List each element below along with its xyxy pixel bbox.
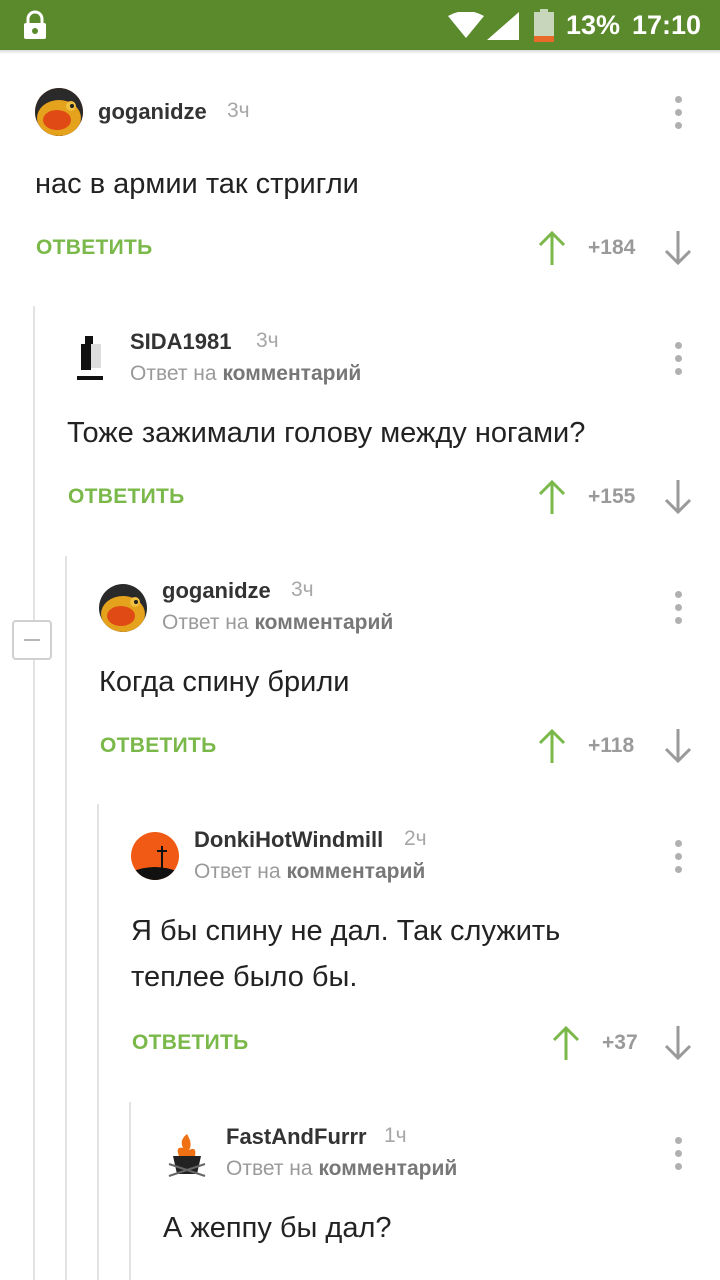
minus-icon — [24, 639, 40, 641]
reply-to-link[interactable]: Ответ на комментарий — [226, 1157, 457, 1181]
avatar-image — [99, 584, 147, 632]
thread-line-level-2[interactable] — [65, 556, 67, 1280]
comment-age: 3ч — [256, 329, 279, 352]
upvote-arrow-icon[interactable] — [552, 1026, 580, 1060]
comment-age: 3ч — [227, 99, 250, 122]
battery-icon — [534, 9, 554, 42]
comment-text-line-2: теплее было бы. — [131, 961, 358, 993]
comment-text: Когда спину брили — [99, 666, 350, 698]
upvote-arrow-icon[interactable] — [538, 231, 566, 265]
downvote-arrow-icon[interactable] — [664, 729, 692, 763]
reply-button[interactable]: ОТВЕТИТЬ — [36, 236, 153, 260]
comment-author[interactable]: FastAndFurrr — [226, 1124, 367, 1150]
comment-author[interactable]: SIDA1981 — [130, 329, 232, 355]
reply-to-prefix: Ответ на — [194, 860, 281, 883]
comment-text: Тоже зажимали голову между ногами? — [67, 417, 586, 449]
battery-percent: 13% — [566, 10, 621, 40]
avatar[interactable] — [67, 332, 115, 380]
avatar[interactable] — [163, 1130, 211, 1178]
upvote-arrow-icon[interactable] — [538, 480, 566, 514]
more-options-icon[interactable] — [670, 840, 686, 874]
comment-author[interactable]: goganidze — [162, 578, 271, 604]
avatar-image — [35, 88, 83, 136]
comment-age: 1ч — [384, 1124, 407, 1147]
more-options-icon[interactable] — [670, 591, 686, 625]
comment-text: А жеппу бы дал? — [163, 1212, 392, 1244]
more-options-icon[interactable] — [670, 342, 686, 376]
reply-button[interactable]: ОТВЕТИТЬ — [68, 485, 185, 509]
comment-text-line-1: Я бы спину не дал. Так служить — [131, 915, 561, 947]
comment-score: +155 — [588, 485, 636, 508]
reply-to-target[interactable]: комментарий — [254, 611, 393, 634]
reply-button[interactable]: ОТВЕТИТЬ — [132, 1031, 249, 1055]
collapse-thread-button[interactable] — [12, 620, 52, 660]
thread-line-level-1[interactable] — [33, 306, 35, 1280]
downvote-arrow-icon[interactable] — [664, 231, 692, 265]
lock-icon — [24, 10, 46, 39]
reply-to-link[interactable]: Ответ на комментарий — [162, 611, 393, 635]
avatar[interactable] — [35, 88, 83, 136]
avatar-image — [131, 832, 179, 880]
comment-author[interactable]: DonkiHotWindmill — [194, 827, 383, 853]
reply-to-target[interactable]: комментарий — [222, 362, 361, 385]
more-options-icon[interactable] — [670, 96, 686, 130]
downvote-arrow-icon[interactable] — [664, 1026, 692, 1060]
reply-to-target[interactable]: комментарий — [318, 1157, 457, 1180]
reply-to-link[interactable]: Ответ на комментарий — [194, 860, 425, 884]
comment-age: 2ч — [404, 827, 427, 850]
reply-to-prefix: Ответ на — [130, 362, 217, 385]
statusbar-shadow — [0, 50, 720, 54]
clock: 17:10 — [632, 10, 702, 40]
reply-to-link[interactable]: Ответ на комментарий — [130, 362, 361, 386]
downvote-arrow-icon[interactable] — [664, 480, 692, 514]
avatar-image — [77, 336, 103, 380]
status-bar: 13% 17:10 — [0, 0, 720, 50]
signal-icon — [487, 12, 519, 40]
wifi-icon — [448, 12, 484, 38]
reply-to-target[interactable]: комментарий — [286, 860, 425, 883]
comment-score: +184 — [588, 236, 636, 259]
avatar[interactable] — [131, 832, 179, 880]
thread-line-level-4[interactable] — [129, 1102, 131, 1280]
comment-score: +37 — [602, 1031, 638, 1054]
more-options-icon[interactable] — [670, 1137, 686, 1171]
reply-button[interactable]: ОТВЕТИТЬ — [100, 734, 217, 758]
avatar[interactable] — [99, 584, 147, 632]
comment-score: +118 — [588, 734, 635, 757]
comment-text: нас в армии так стригли — [35, 168, 359, 200]
reply-to-prefix: Ответ на — [162, 611, 249, 634]
avatar-image — [168, 1134, 206, 1177]
reply-to-prefix: Ответ на — [226, 1157, 313, 1180]
thread-line-level-3[interactable] — [97, 804, 99, 1280]
comment-author[interactable]: goganidze — [98, 99, 207, 125]
upvote-arrow-icon[interactable] — [538, 729, 566, 763]
comment-age: 3ч — [291, 578, 314, 601]
